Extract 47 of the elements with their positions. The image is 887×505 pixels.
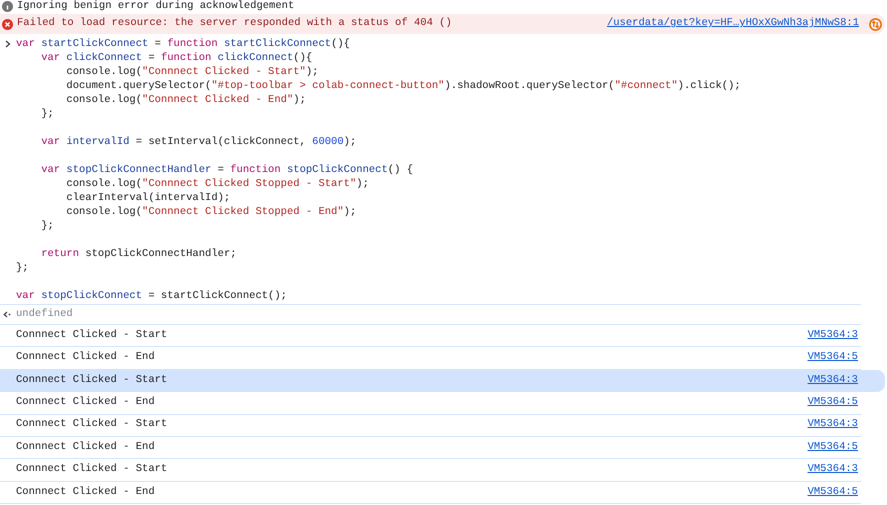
log-row[interactable]: Connnect Clicked - End VM5364:5: [0, 392, 861, 415]
log-row[interactable]: Connnect Clicked - Start VM5364:3: [0, 370, 885, 392]
prompt-icon: [5, 40, 11, 48]
code-line: var stopClickConnectHandler = function stopClickConnect() {: [40, 164, 414, 176]
log-row[interactable]: Connnect Clicked - End VM5364:5: [0, 482, 861, 504]
code-line: };: [40, 220, 54, 232]
source-link[interactable]: VM5364:3: [808, 462, 858, 478]
log-row[interactable]: Connnect Clicked - Start VM5364:3: [0, 459, 861, 482]
log-message: Connnect Clicked - End: [16, 394, 156, 410]
network-icon[interactable]: [869, 18, 882, 30]
log-message: Connnect Clicked - Start: [16, 417, 168, 432]
log-message: Connnect Clicked - Start: [16, 372, 168, 388]
log-message: Connnect Clicked - Start: [16, 462, 168, 478]
code-line: clearInterval(intervalId);: [65, 192, 230, 204]
log-message: Connnect Clicked - End: [16, 440, 156, 455]
error-message: Failed to load resource: the server responded with a status of 404 (): [17, 16, 453, 32]
code-line: console.log("Connnect Clicked Stopped - End");: [65, 206, 356, 218]
source-link[interactable]: VM5364:5: [808, 350, 858, 366]
log-message: Connnect Clicked - End: [16, 484, 156, 500]
code-line: var clickConnect = function clickConnect(){: [40, 52, 312, 64]
info-message: Ignoring benign error during acknowledgement: [17, 0, 294, 14]
code-line: var intervalId = setInterval(clickConnect, 60000);: [40, 136, 356, 148]
source-link[interactable]: VM5364:3: [808, 417, 858, 434]
log-row[interactable]: Connnect Clicked - Start VM5364:3: [0, 325, 861, 348]
code-line: };: [16, 262, 29, 274]
source-link[interactable]: VM5364:5: [808, 484, 858, 500]
code-line: var stopClickConnect = startClickConnect();: [16, 290, 287, 302]
source-link[interactable]: VM5364:5: [808, 440, 858, 456]
log-row[interactable]: Connnect Clicked - Start VM5364:3: [0, 414, 861, 437]
log-message: Connnect Clicked - Start: [16, 328, 168, 343]
log-row[interactable]: Connnect Clicked - End VM5364:5: [0, 436, 861, 460]
code-line: console.log("Connnect Clicked - End");: [65, 94, 306, 106]
error-icon: [2, 18, 13, 30]
code-line: console.log("Connnect Clicked - Start");: [65, 66, 318, 78]
return-arrow-icon: [3, 311, 11, 318]
source-link[interactable]: VM5364:3: [808, 372, 858, 388]
result-value: undefined: [16, 306, 73, 322]
code-line: console.log("Connnect Clicked Stopped - Start");: [65, 178, 369, 190]
info-icon: [2, 1, 13, 12]
source-link[interactable]: VM5364:3: [808, 328, 858, 344]
code-line: return stopClickConnectHandler;: [40, 248, 237, 260]
log-message: Connnect Clicked - End: [16, 350, 156, 366]
source-link[interactable]: VM5364:5: [808, 394, 858, 411]
code-line: var startClickConnect = function startClickConnect(){: [16, 38, 350, 50]
code-line: };: [40, 108, 54, 120]
source-link[interactable]: /userdata/get?key=HF…yHOxXGwNh3ajMNwS8:1: [606, 16, 859, 32]
code-line: document.querySelector("#top-toolbar > colab-connect-button").shadowRoot.querySelector("#connect").click();: [65, 80, 741, 92]
